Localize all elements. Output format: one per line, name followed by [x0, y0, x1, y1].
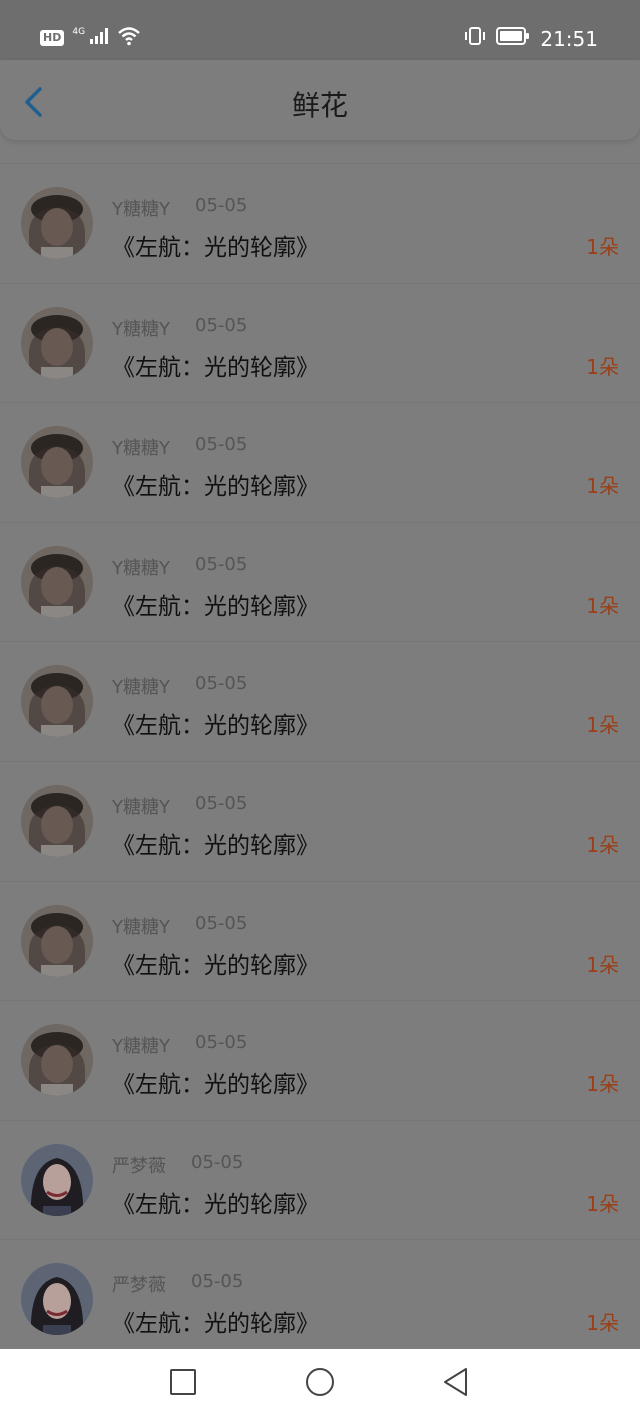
hd-badge: HD	[40, 30, 65, 46]
flower-count: 1朵	[586, 593, 619, 618]
send-date: 05-05	[191, 1151, 244, 1173]
flower-count: 1朵	[586, 713, 619, 738]
sender-name: Y糖糖Y	[112, 557, 170, 579]
sender-name: Y糖糖Y	[112, 677, 170, 699]
list-item[interactable]: Y糖糖Y 05-05 《左航：光的轮廓》 1朵	[0, 760, 640, 881]
send-date: 05-05	[195, 792, 248, 814]
recent-apps-icon	[167, 1369, 199, 1402]
avatar[interactable]	[21, 1143, 93, 1216]
work-title: 《左航：光的轮廓》	[112, 713, 319, 740]
sender-name: 严梦薇	[112, 1155, 166, 1177]
status-bar: HD 4G 21:51	[0, 0, 640, 60]
avatar[interactable]	[21, 1263, 93, 1336]
send-date: 05-05	[195, 673, 248, 695]
avatar[interactable]	[21, 545, 93, 618]
list-item[interactable]: Y糖糖Y 05-05 《左航：光的轮廓》 1朵	[0, 641, 640, 761]
back-triangle-icon	[440, 1368, 472, 1402]
list-item[interactable]: 严梦薇 05-05 《左航：光的轮廓》 1朵	[0, 1239, 640, 1359]
work-title: 《左航：光的轮廓》	[112, 1311, 319, 1338]
flower-count: 1朵	[586, 354, 619, 379]
battery-icon	[496, 26, 530, 51]
avatar[interactable]	[21, 1024, 93, 1097]
avatar[interactable]	[21, 187, 93, 259]
send-date: 05-05	[195, 1032, 248, 1054]
home-button[interactable]	[304, 1366, 336, 1398]
sender-name: Y糖糖Y	[112, 916, 170, 938]
sender-name: Y糖糖Y	[112, 796, 170, 818]
work-title: 《左航：光的轮廓》	[112, 832, 319, 859]
work-title: 《左航：光的轮廓》	[112, 235, 319, 261]
signal-icon	[89, 28, 109, 48]
send-date: 05-05	[195, 912, 248, 934]
sender-name: Y糖糖Y	[112, 199, 170, 220]
send-date: 05-05	[195, 553, 248, 575]
work-title: 《左航：光的轮廓》	[112, 952, 319, 979]
list-item[interactable]: Y糖糖Y 05-05 《左航：光的轮廓》 1朵	[0, 282, 640, 403]
sender-name: 严梦薇	[112, 1275, 166, 1297]
work-title: 《左航：光的轮廓》	[112, 1072, 319, 1099]
avatar[interactable]	[21, 665, 93, 738]
send-date: 05-05	[195, 195, 248, 216]
flower-record-list: Y糖糖Y 05-05 《左航：光的轮廓》 1朵 Y糖糖Y 05-05 《左航：光…	[0, 163, 640, 1359]
flower-count: 1朵	[586, 952, 619, 977]
sender-name: Y糖糖Y	[112, 318, 170, 340]
work-title: 《左航：光的轮廓》	[112, 1191, 319, 1218]
list-item[interactable]: 严梦薇 05-05 《左航：光的轮廓》 1朵	[0, 1119, 640, 1240]
flower-count: 1朵	[586, 235, 619, 259]
flower-count: 1朵	[586, 832, 619, 857]
wifi-icon	[117, 26, 141, 50]
work-title: 《左航：光的轮廓》	[112, 354, 319, 381]
home-icon	[304, 1368, 336, 1402]
status-right: 21:51	[464, 26, 598, 51]
sender-name: Y糖糖Y	[112, 1036, 170, 1058]
list-item[interactable]: Y糖糖Y 05-05 《左航：光的轮廓》 1朵	[0, 1000, 640, 1120]
system-nav-bar	[0, 1349, 640, 1415]
clock: 21:51	[540, 26, 598, 51]
send-date: 05-05	[195, 434, 248, 456]
work-title: 《左航：光的轮廓》	[112, 474, 319, 501]
status-left: HD 4G	[40, 26, 141, 50]
page-header: 鲜花	[0, 60, 640, 140]
list-item[interactable]: Y糖糖Y 05-05 《左航：光的轮廓》 1朵	[0, 880, 640, 1001]
flower-count: 1朵	[586, 474, 619, 499]
avatar[interactable]	[21, 426, 93, 499]
avatar[interactable]	[21, 904, 93, 977]
avatar[interactable]	[21, 784, 93, 857]
flower-count: 1朵	[586, 1311, 619, 1336]
network-type: 4G	[72, 27, 86, 37]
send-date: 05-05	[191, 1271, 244, 1293]
send-date: 05-05	[195, 314, 248, 336]
list-item[interactable]: Y糖糖Y 05-05 《左航：光的轮廓》 1朵	[0, 521, 640, 642]
work-title: 《左航：光的轮廓》	[112, 593, 319, 620]
flower-count: 1朵	[586, 1072, 619, 1097]
recent-apps-button[interactable]	[167, 1366, 199, 1398]
list-item[interactable]: Y糖糖Y 05-05 《左航：光的轮廓》 1朵	[0, 402, 640, 522]
system-back-button[interactable]	[440, 1366, 472, 1398]
vibrate-icon	[464, 26, 486, 51]
avatar[interactable]	[21, 306, 93, 379]
page-title: 鲜花	[291, 89, 348, 122]
sender-name: Y糖糖Y	[112, 438, 170, 460]
flower-count: 1朵	[586, 1191, 619, 1216]
list-item[interactable]: Y糖糖Y 05-05 《左航：光的轮廓》 1朵	[0, 163, 640, 283]
